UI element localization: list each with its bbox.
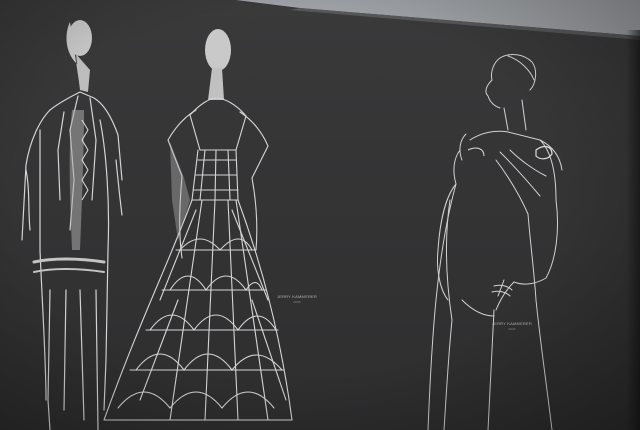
- signature-left: JERRY KAMMERER 2006: [277, 294, 317, 304]
- signature-left-name: JERRY KAMMERER: [277, 294, 317, 299]
- signature-left-year: 2006: [293, 300, 301, 304]
- signature-right-year: 2006: [508, 327, 516, 331]
- signature-right-name: JERRY KAMMERER: [492, 321, 532, 326]
- wall-edge-shadow: [626, 30, 640, 430]
- signature-right: JERRY KAMMERER 2006: [492, 321, 532, 331]
- photo-scene: JERRY KAMMERER 2006 JERRY KAMMERER 2006: [0, 0, 640, 430]
- draped-gown-figure-illustration: [427, 54, 563, 430]
